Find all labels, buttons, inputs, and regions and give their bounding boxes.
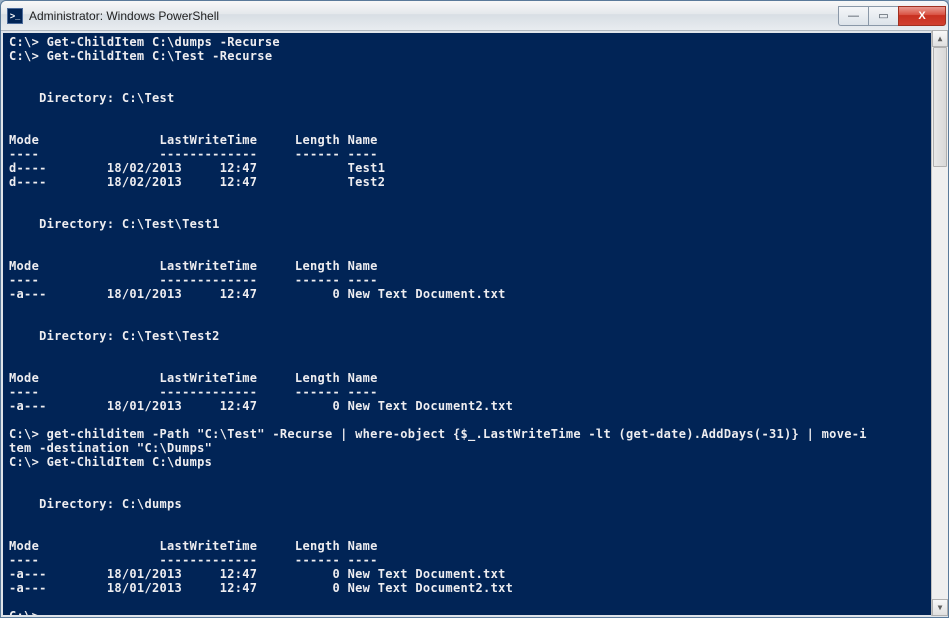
directory-label: Directory: C:\dumps [9,497,182,511]
table-row: d---- 18/02/2013 12:47 Test2 [9,175,385,189]
table-separator: ---- ------------- ------ ---- [9,553,378,567]
command-line: tem -destination "C:\Dumps" [9,441,212,455]
maximize-icon: ▭ [878,9,888,22]
minimize-icon: — [848,10,859,22]
table-separator: ---- ------------- ------ ---- [9,147,378,161]
titlebar[interactable]: >_ Administrator: Windows PowerShell — ▭… [1,1,948,31]
scrollbar-thumb[interactable] [933,47,947,167]
chevron-up-icon: ▲ [938,34,943,43]
powershell-window: >_ Administrator: Windows PowerShell — ▭… [0,0,949,618]
directory-label: Directory: C:\Test\Test2 [9,329,220,343]
command-line: C:\> Get-ChildItem C:\dumps -Recurse [9,35,280,49]
scrollbar-track[interactable] [932,47,948,599]
table-row: -a--- 18/01/2013 12:47 0 New Text Docume… [9,287,506,301]
prompt: C:\> [9,609,47,617]
scroll-down-button[interactable]: ▼ [932,599,948,616]
vertical-scrollbar[interactable]: ▲ ▼ [931,30,948,616]
table-header: Mode LastWriteTime Length Name [9,133,378,147]
chevron-down-icon: ▼ [938,603,943,612]
minimize-button[interactable]: — [838,6,868,26]
table-header: Mode LastWriteTime Length Name [9,259,378,273]
command-line: C:\> get-childitem -Path "C:\Test" -Recu… [9,427,867,441]
maximize-button[interactable]: ▭ [868,6,898,26]
scroll-up-button[interactable]: ▲ [932,30,948,47]
directory-label: Directory: C:\Test\Test1 [9,217,220,231]
command-line: C:\> Get-ChildItem C:\Test -Recurse [9,49,272,63]
close-icon: X [918,10,925,22]
table-header: Mode LastWriteTime Length Name [9,371,378,385]
table-row: -a--- 18/01/2013 12:47 0 New Text Docume… [9,567,506,581]
window-controls: — ▭ X [838,6,946,26]
powershell-icon: >_ [7,8,23,24]
window-title: Administrator: Windows PowerShell [29,9,838,23]
table-separator: ---- ------------- ------ ---- [9,273,378,287]
directory-label: Directory: C:\Test [9,91,175,105]
command-line: C:\> Get-ChildItem C:\dumps [9,455,212,469]
table-row: -a--- 18/01/2013 12:47 0 New Text Docume… [9,399,513,413]
table-row: d---- 18/02/2013 12:47 Test1 [9,161,385,175]
table-separator: ---- ------------- ------ ---- [9,385,378,399]
terminal-output[interactable]: C:\> Get-ChildItem C:\dumps -Recurse C:\… [1,31,948,617]
close-button[interactable]: X [898,6,946,26]
table-row: -a--- 18/01/2013 12:47 0 New Text Docume… [9,581,513,595]
table-header: Mode LastWriteTime Length Name [9,539,378,553]
